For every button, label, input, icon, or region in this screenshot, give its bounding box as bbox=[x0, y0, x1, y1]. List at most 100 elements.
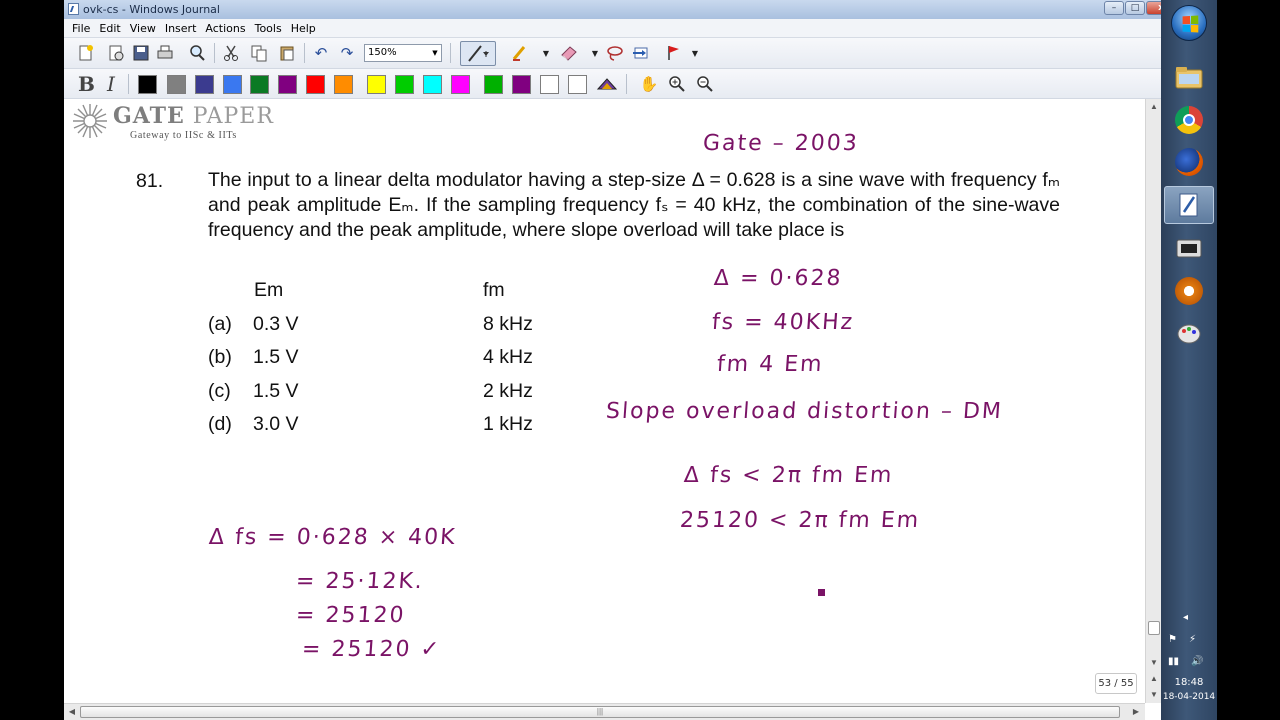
vertical-scrollbar[interactable]: ▲ ▼ ▲ ▼ bbox=[1145, 99, 1161, 703]
pen-color-swatch[interactable] bbox=[223, 75, 242, 94]
taskbar-paint[interactable] bbox=[1164, 315, 1214, 353]
pen-color-swatch[interactable] bbox=[451, 75, 470, 94]
pen-color-swatch[interactable] bbox=[250, 75, 269, 94]
scroll-right-icon[interactable]: ▶ bbox=[1128, 704, 1144, 720]
column-header-em: Em bbox=[254, 279, 284, 301]
chevron-down-icon[interactable]: ▼ bbox=[541, 42, 551, 64]
insert-space-icon[interactable] bbox=[630, 42, 652, 64]
pen-color-swatch[interactable] bbox=[167, 75, 186, 94]
pen-color-swatch[interactable] bbox=[540, 75, 559, 94]
menu-tools[interactable]: Tools bbox=[252, 22, 288, 35]
menu-edit[interactable]: Edit bbox=[96, 22, 126, 35]
eraser-icon[interactable] bbox=[558, 42, 580, 64]
menu-insert[interactable]: Insert bbox=[162, 22, 203, 35]
pen-color-swatch[interactable] bbox=[278, 75, 297, 94]
maximize-button[interactable]: □ bbox=[1125, 1, 1145, 15]
pen-color-swatch[interactable] bbox=[195, 75, 214, 94]
power-icon[interactable]: ⚡ bbox=[1189, 634, 1196, 645]
open-icon[interactable] bbox=[105, 42, 127, 64]
save-icon[interactable] bbox=[130, 42, 152, 64]
chrome-icon bbox=[1175, 106, 1203, 134]
find-icon[interactable] bbox=[186, 42, 208, 64]
pen-color-swatch[interactable] bbox=[367, 75, 386, 94]
volume-icon[interactable]: 🔊 bbox=[1191, 656, 1203, 667]
paint-icon bbox=[1177, 324, 1201, 344]
orange-app-icon bbox=[1175, 277, 1203, 305]
chevron-down-icon[interactable]: ▼ bbox=[690, 42, 700, 64]
zoom-in-icon[interactable] bbox=[666, 73, 688, 95]
pen-color-swatch[interactable] bbox=[395, 75, 414, 94]
windows-logo-icon bbox=[1182, 15, 1199, 33]
zoom-select[interactable]: 150% ▼ bbox=[364, 44, 442, 62]
pen-color-swatch[interactable] bbox=[568, 75, 587, 94]
cut-icon[interactable] bbox=[220, 42, 242, 64]
start-button[interactable] bbox=[1171, 5, 1207, 41]
pen-color-swatch[interactable] bbox=[334, 75, 353, 94]
bold-button[interactable]: B bbox=[78, 72, 95, 96]
option-a-fm: 8 kHz bbox=[483, 313, 533, 335]
taskbar-firefox[interactable] bbox=[1164, 143, 1214, 181]
new-note-icon[interactable] bbox=[75, 42, 97, 64]
previous-page-icon[interactable]: ▲ bbox=[1146, 671, 1161, 687]
menu-file[interactable]: File bbox=[69, 22, 96, 35]
ink-calc-1: Δ fs = 0·628 × 40K bbox=[208, 525, 458, 550]
ink-condition-1: Δ fs < 2π fm Em bbox=[683, 463, 895, 488]
menu-actions[interactable]: Actions bbox=[202, 22, 251, 35]
menu-help[interactable]: Help bbox=[288, 22, 322, 35]
taskbar-chrome[interactable] bbox=[1164, 101, 1214, 139]
undo-icon[interactable]: ↶ bbox=[310, 42, 332, 64]
scroll-down-icon[interactable]: ▼ bbox=[1146, 655, 1161, 671]
ink-gate-year: Gate – 2003 bbox=[702, 131, 860, 156]
taskbar-media[interactable] bbox=[1164, 229, 1214, 267]
highlighter-icon[interactable] bbox=[508, 42, 530, 64]
action-center-icon[interactable]: ⚑ bbox=[1168, 634, 1177, 645]
pen-color-swatch[interactable] bbox=[423, 75, 442, 94]
option-c-label: (c) bbox=[208, 380, 231, 402]
italic-button[interactable]: I bbox=[107, 72, 115, 96]
lasso-icon[interactable] bbox=[604, 42, 626, 64]
horizontal-scroll-thumb[interactable]: ||| bbox=[80, 706, 1120, 718]
redo-icon[interactable]: ↷ bbox=[336, 42, 358, 64]
menu-view[interactable]: View bbox=[127, 22, 162, 35]
pen-style-icon[interactable] bbox=[596, 73, 618, 95]
flag-icon[interactable] bbox=[662, 42, 684, 64]
pen-color-swatch[interactable] bbox=[512, 75, 531, 94]
pen-color-swatch[interactable] bbox=[306, 75, 325, 94]
firefox-icon bbox=[1175, 148, 1203, 176]
vertical-scroll-thumb[interactable] bbox=[1148, 621, 1160, 635]
journal-app-icon bbox=[68, 3, 79, 15]
clock-time[interactable]: 18:48 bbox=[1161, 677, 1217, 688]
network-icon[interactable]: ▮▮ bbox=[1168, 656, 1179, 667]
toolbar-separator bbox=[626, 74, 627, 94]
option-b-fm: 4 kHz bbox=[483, 346, 533, 368]
minimize-button[interactable]: – bbox=[1104, 1, 1124, 15]
toolbar-separator bbox=[450, 43, 451, 63]
print-icon[interactable] bbox=[154, 42, 176, 64]
journal-page[interactable]: GATE PAPER Gateway to IISc & IITs 81. Th… bbox=[64, 99, 1145, 703]
option-d-label: (d) bbox=[208, 413, 232, 435]
paste-icon[interactable] bbox=[276, 42, 298, 64]
pen-color-swatch[interactable] bbox=[484, 75, 503, 94]
folder-icon bbox=[1175, 67, 1203, 89]
taskbar-explorer[interactable] bbox=[1164, 58, 1214, 96]
next-page-icon[interactable]: ▼ bbox=[1146, 687, 1161, 703]
horizontal-scrollbar[interactable]: ◀ ||| ▶ bbox=[64, 703, 1145, 720]
pen-color-swatch[interactable] bbox=[138, 75, 157, 94]
scroll-left-icon[interactable]: ◀ bbox=[64, 704, 80, 720]
copy-icon[interactable] bbox=[248, 42, 270, 64]
ink-slope-overload: Slope overload distortion – DM bbox=[605, 399, 1004, 424]
title-bar[interactable]: ovk-cs - Windows Journal – □ x bbox=[64, 0, 1161, 19]
taskbar-app-orange[interactable] bbox=[1164, 272, 1214, 310]
show-hidden-icons[interactable]: ◂ bbox=[1183, 612, 1188, 623]
scroll-up-icon[interactable]: ▲ bbox=[1146, 99, 1161, 115]
zoom-out-icon[interactable] bbox=[694, 73, 716, 95]
gate-paper-brand: GATE PAPER bbox=[113, 103, 274, 129]
hand-icon[interactable]: ✋ bbox=[638, 73, 660, 95]
clock-date[interactable]: 18-04-2014 bbox=[1161, 692, 1217, 702]
close-button[interactable]: x bbox=[1146, 1, 1161, 15]
toolbar-separator bbox=[304, 43, 305, 63]
chevron-down-icon[interactable]: ▼ bbox=[590, 42, 600, 64]
pen-tool-button[interactable] bbox=[460, 41, 496, 66]
option-a-em: 0.3 V bbox=[253, 313, 299, 335]
taskbar-windows-journal[interactable] bbox=[1164, 186, 1214, 224]
